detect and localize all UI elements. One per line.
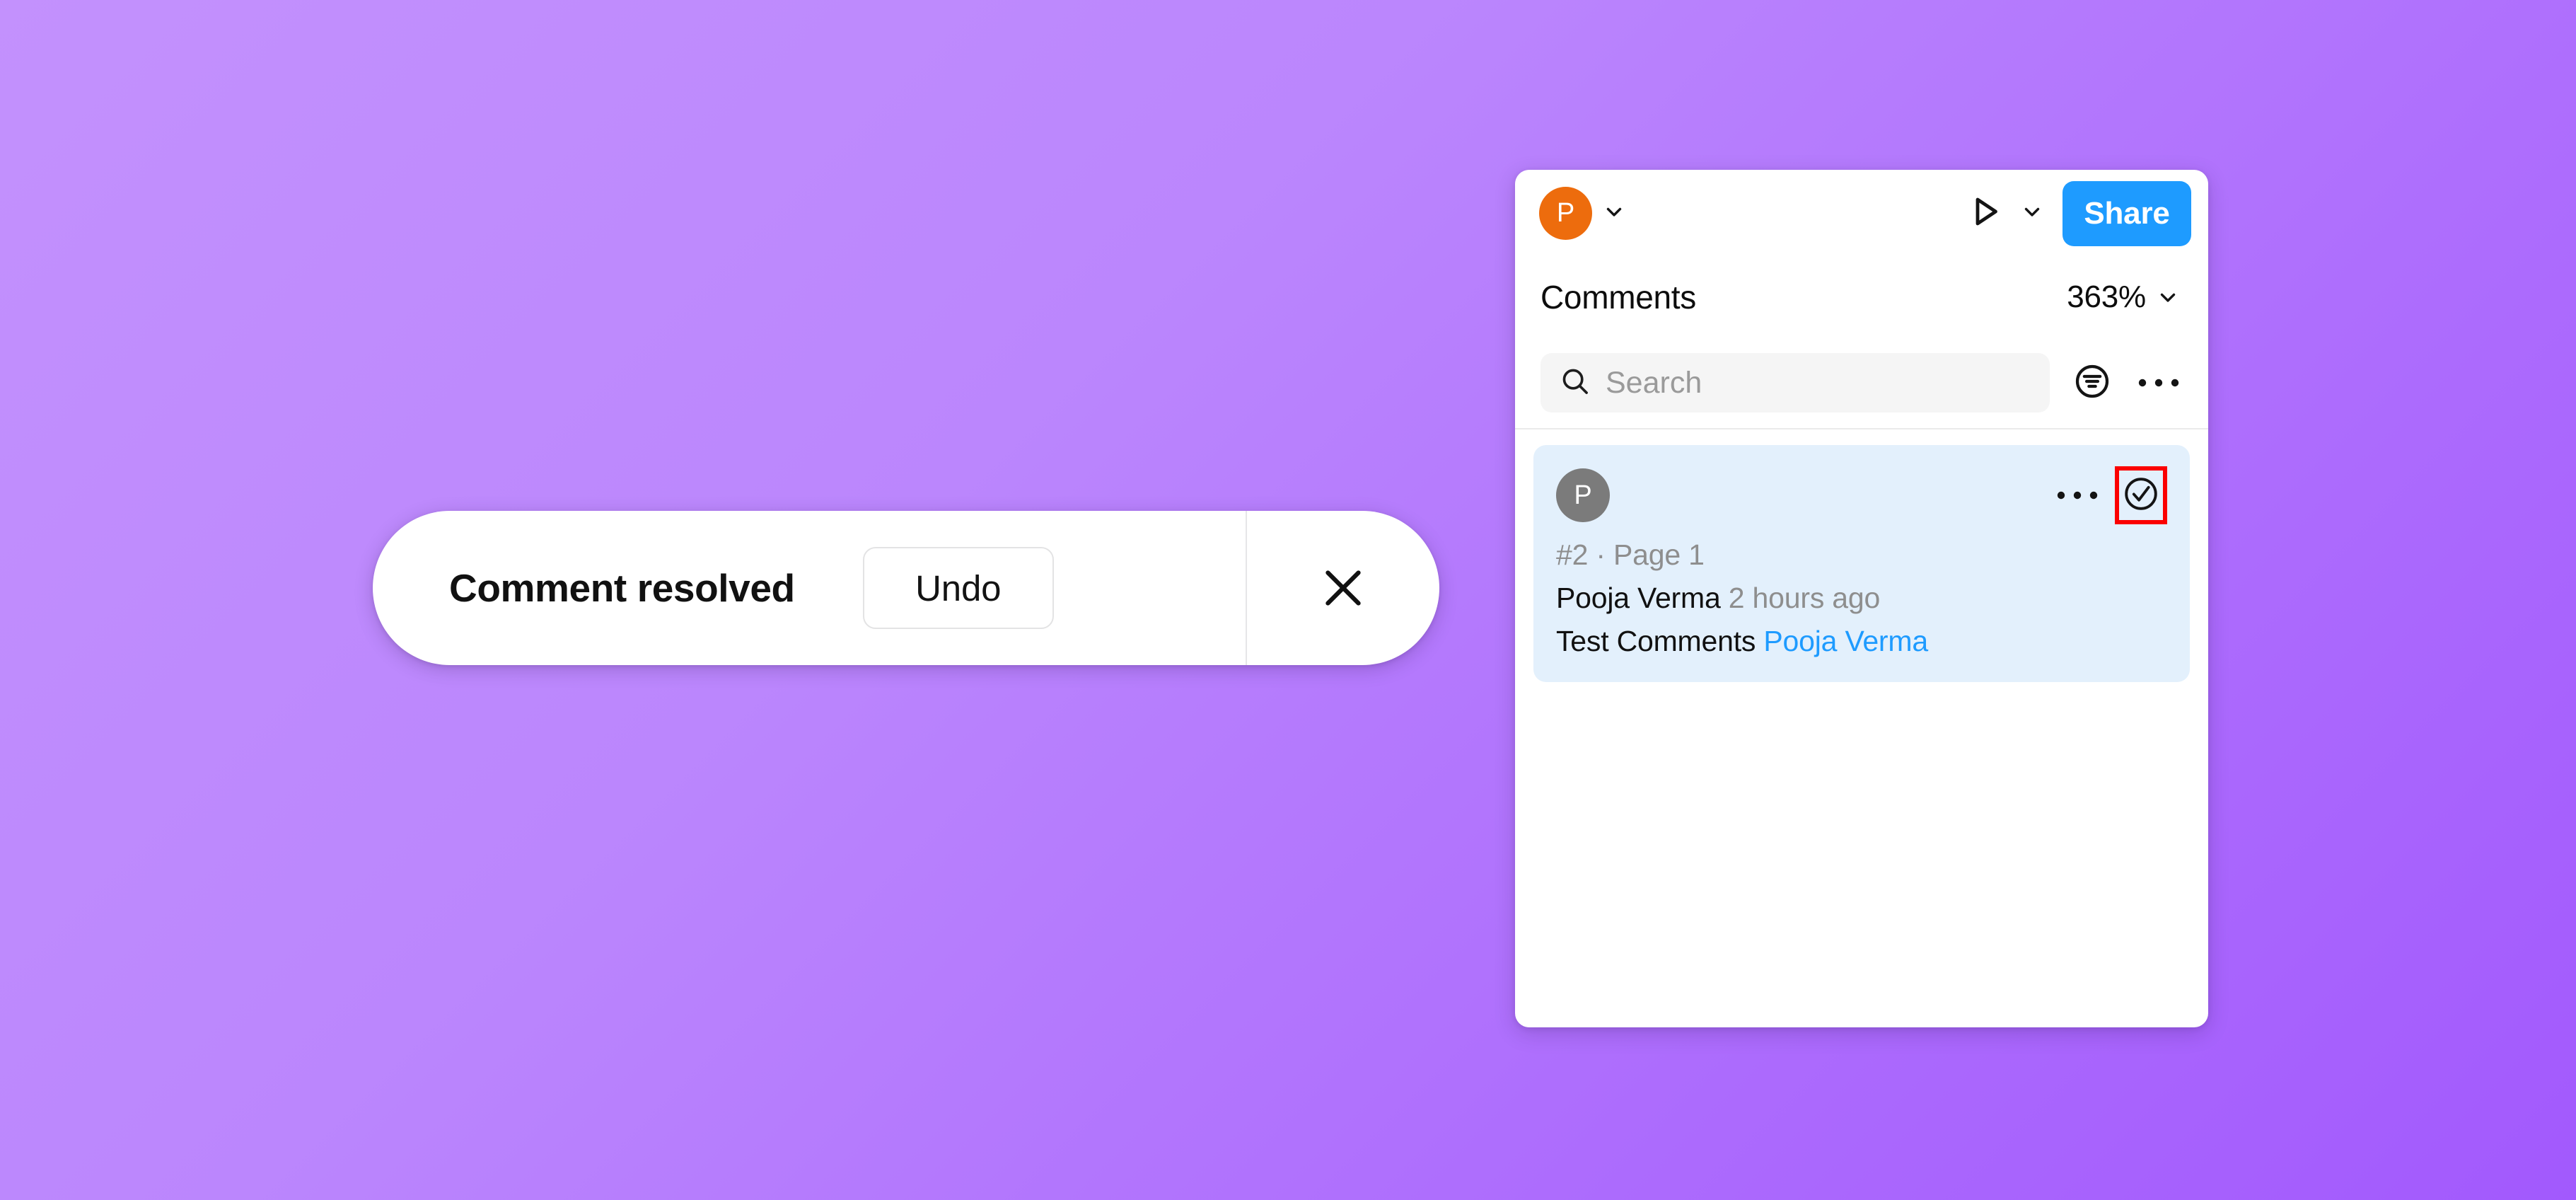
search-row <box>1515 338 2208 429</box>
comment-body: Test Comments Pooja Verma <box>1556 625 2167 658</box>
comments-panel: P Share Comments 363% Search P #2 · Page… <box>1515 170 2208 1027</box>
chevron-down-icon <box>2152 281 2184 313</box>
comment-author-avatar: P <box>1556 468 1610 522</box>
page-title: Comments <box>1541 279 1696 316</box>
present-dropdown-button[interactable] <box>2016 197 2048 230</box>
search-icon <box>1559 365 1591 401</box>
zoom-level-label: 363% <box>2067 279 2146 314</box>
comment-mention-link[interactable]: Pooja Verma <box>1763 625 1928 657</box>
filter-button[interactable] <box>2062 353 2122 412</box>
play-triangle-icon <box>1963 190 2006 236</box>
search-field[interactable] <box>1541 353 2050 412</box>
app-backdrop: Comment resolved Undo P Share Comments 3… <box>0 0 2576 1200</box>
close-x-icon <box>1317 562 1369 614</box>
comment-author-name: Pooja Verma <box>1556 582 1721 614</box>
chevron-down-icon <box>2020 200 2044 227</box>
toast-message: Comment resolved <box>449 566 795 610</box>
avatar-dropdown-button[interactable] <box>1598 197 1630 230</box>
undo-button[interactable]: Undo <box>862 547 1054 629</box>
comment-resolved-toast: Comment resolved Undo <box>373 511 1439 665</box>
panel-more-options-button[interactable] <box>2129 353 2188 412</box>
comment-timestamp: 2 hours ago <box>1728 582 1881 614</box>
comment-body-text: Test Comments <box>1556 625 1764 657</box>
toast-close-button[interactable] <box>1247 511 1439 665</box>
present-button[interactable] <box>1959 191 2010 236</box>
resolve-comment-button[interactable] <box>2115 466 2167 524</box>
comment-byline: Pooja Verma 2 hours ago <box>1556 582 2167 615</box>
comment-card-header: P <box>1556 466 2167 524</box>
more-horizontal-icon <box>2055 487 2100 503</box>
zoom-control[interactable]: 363% <box>2067 279 2184 315</box>
comment-list: P #2 · Page 1 Pooja Verma 2 hours ago Te… <box>1515 429 2208 1027</box>
user-avatar[interactable]: P <box>1539 187 1592 240</box>
comment-location-meta: #2 · Page 1 <box>1556 538 1705 571</box>
check-circle-icon <box>2120 473 2162 518</box>
search-input[interactable] <box>1606 365 2031 400</box>
comment-more-options-button[interactable] <box>2050 468 2105 523</box>
more-horizontal-icon <box>2136 375 2181 391</box>
panel-header-row: Comments 363% <box>1515 257 2208 338</box>
comment-card[interactable]: P #2 · Page 1 Pooja Verma 2 hours ago Te… <box>1533 445 2190 682</box>
share-button[interactable]: Share <box>2062 180 2191 246</box>
filter-sort-icon <box>2072 362 2112 405</box>
toast-content: Comment resolved Undo <box>373 511 1246 665</box>
panel-topbar: P Share <box>1515 170 2208 257</box>
chevron-down-icon <box>1602 200 1626 227</box>
